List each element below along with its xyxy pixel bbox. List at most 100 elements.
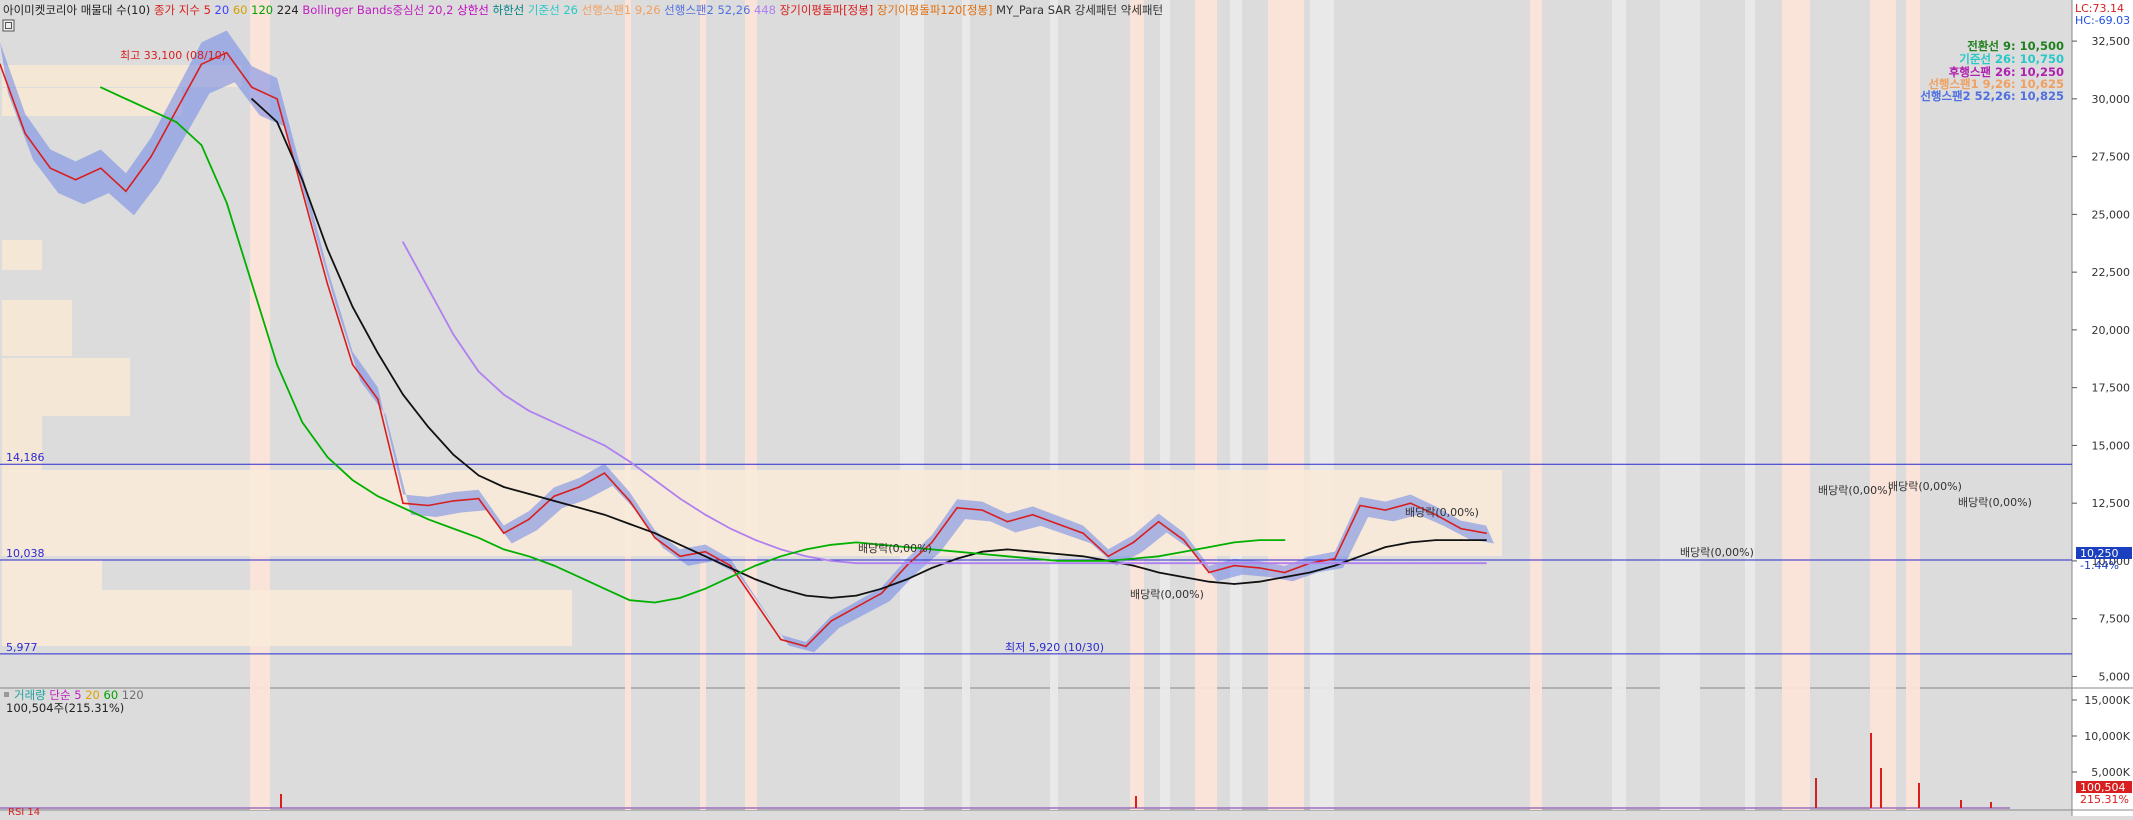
signal-band [900, 0, 924, 810]
legend-item-13[interactable]: 장기이평돌파[정봉] [776, 3, 873, 17]
dividend-annotation: 배당락(0,00%) [1405, 506, 1479, 519]
signal-band [1530, 0, 1542, 810]
series-point-224 [377, 352, 379, 354]
legend-item-1[interactable]: 종가 지수 5 [150, 3, 211, 17]
series-point-종가 [1006, 520, 1009, 523]
series-point-224 [1157, 571, 1160, 574]
series-point-120 [1057, 560, 1059, 562]
legend-item-16[interactable]: 약세패턴 [1117, 3, 1163, 17]
series-point-224 [351, 306, 354, 308]
series-point-120 [729, 576, 732, 578]
series-point-종가 [74, 178, 77, 181]
series-point-224 [1409, 541, 1412, 544]
settings-icon[interactable] [2, 19, 15, 32]
price-tick-label: 7,500 [2099, 613, 2131, 626]
legend-item-12[interactable]: 448 [750, 3, 776, 17]
legend-item-15[interactable]: MY_Para SAR 강세패턴 [993, 3, 1118, 17]
volume-bar [1870, 733, 1872, 808]
series-point-종가 [1157, 520, 1160, 523]
volume-legend-item-0[interactable]: 거래량 [14, 688, 46, 702]
series-point-120 [100, 86, 102, 89]
series-point-120 [1183, 550, 1185, 553]
series-point-448 [1283, 562, 1286, 564]
series-point-종가 [150, 155, 152, 158]
series-point-종가 [956, 507, 958, 509]
price-tick-label: 22,500 [2092, 266, 2131, 279]
series-point-종가 [704, 550, 707, 553]
series-point-224 [1258, 580, 1261, 583]
series-point-448 [528, 410, 530, 412]
series-point-448 [880, 562, 883, 564]
series-point-224 [780, 587, 782, 590]
support-line-label: 10,038 [6, 547, 45, 560]
price-tick-label: 20,000 [2092, 324, 2131, 337]
series-point-종가 [477, 497, 480, 500]
series-point-120 [251, 282, 253, 285]
legend-item-7[interactable]: 상한선 [453, 3, 488, 17]
price-tick-label: 25,000 [2092, 208, 2131, 221]
legend-item-6[interactable]: Bollinger Bands중심선 20,2 [299, 3, 454, 17]
series-point-448 [931, 562, 933, 564]
series-point-120 [830, 544, 832, 546]
dividend-annotation: 배당락(0,00%) [1818, 484, 1892, 497]
rsi-legend[interactable]: RSI 14 [8, 807, 40, 818]
legend-item-9[interactable]: 기준선 26 [524, 3, 578, 17]
price-badge-change: -1.44% [2080, 559, 2119, 572]
series-point-224 [1384, 546, 1387, 548]
series-point-448 [981, 562, 984, 564]
legend-item-5[interactable]: 224 [273, 3, 299, 17]
legend-item-3[interactable]: 60 [229, 3, 247, 17]
signal-band [1130, 0, 1144, 810]
signal-band [1745, 0, 1755, 810]
series-point-224 [729, 567, 732, 569]
series-point-종가 [628, 500, 631, 502]
volume-bar [1960, 800, 1962, 808]
volume-legend-item-1[interactable]: 단순 5 [46, 688, 82, 702]
series-point-224 [981, 550, 984, 553]
series-point-종가 [553, 495, 555, 498]
series-point-종가 [1485, 532, 1487, 534]
series-point-120 [402, 507, 404, 509]
series-point-120 [1132, 557, 1135, 560]
series-point-224 [402, 393, 404, 396]
legend-item-0[interactable]: 아이미켓코리아 매물대 수(10) [3, 3, 150, 17]
series-point-224 [805, 594, 807, 597]
volume-legend[interactable]: 거래량 단순 5 20 60 120 100,504주(215.31%) [4, 688, 144, 715]
legend-item-2[interactable]: 20 [211, 3, 229, 17]
series-point-224 [628, 523, 631, 525]
volume-legend-item-2[interactable]: 20 [82, 688, 100, 702]
series-point-224 [1006, 548, 1009, 551]
series-point-448 [1460, 562, 1462, 564]
legend-item-4[interactable]: 120 [248, 3, 274, 17]
series-point-448 [1082, 562, 1084, 564]
series-point-224 [1309, 571, 1311, 574]
stock-chart: 14,186 10,038 5,977 32,500 30,000 27,500 25,0… [0, 0, 2133, 818]
series-point-224 [1233, 583, 1235, 585]
series-point-120 [528, 555, 530, 558]
series-point-종가 [805, 645, 807, 648]
series-point-종가 [100, 167, 102, 169]
legend-item-10[interactable]: 선행스팬1 9,26 [578, 3, 661, 17]
series-point-448 [1107, 562, 1110, 564]
signal-band [1160, 0, 1170, 810]
series-point-120 [1258, 539, 1261, 541]
series-point-종가 [1208, 571, 1210, 574]
legend-item-8[interactable]: 하한선 [489, 3, 524, 17]
legend-item-11[interactable]: 선행스팬2 52,26 [661, 3, 751, 17]
price-tick-label: 32,500 [2092, 35, 2131, 48]
price-tick-label: 5,000 [2099, 670, 2131, 683]
volume-profile-bar [2, 240, 42, 270]
series-point-224 [906, 578, 908, 581]
series-point-224 [326, 248, 329, 250]
top-legend[interactable]: 아이미켓코리아 매물대 수(10) 종가 지수 5 20 60 120 224 … [3, 3, 1163, 17]
price-tick-label: 17,500 [2092, 382, 2131, 395]
series-point-종가 [1460, 527, 1462, 530]
series-point-224 [1082, 555, 1084, 558]
volume-legend-item-3[interactable]: 60 [100, 688, 118, 702]
series-point-종가 [1107, 555, 1110, 558]
legend-item-14[interactable]: 장기이평돌파120[정봉] [873, 3, 992, 17]
series-point-224 [1132, 564, 1135, 567]
volume-legend-item-4[interactable]: 120 [118, 688, 144, 702]
series-point-종가 [1384, 509, 1387, 511]
signal-band [1782, 0, 1810, 810]
